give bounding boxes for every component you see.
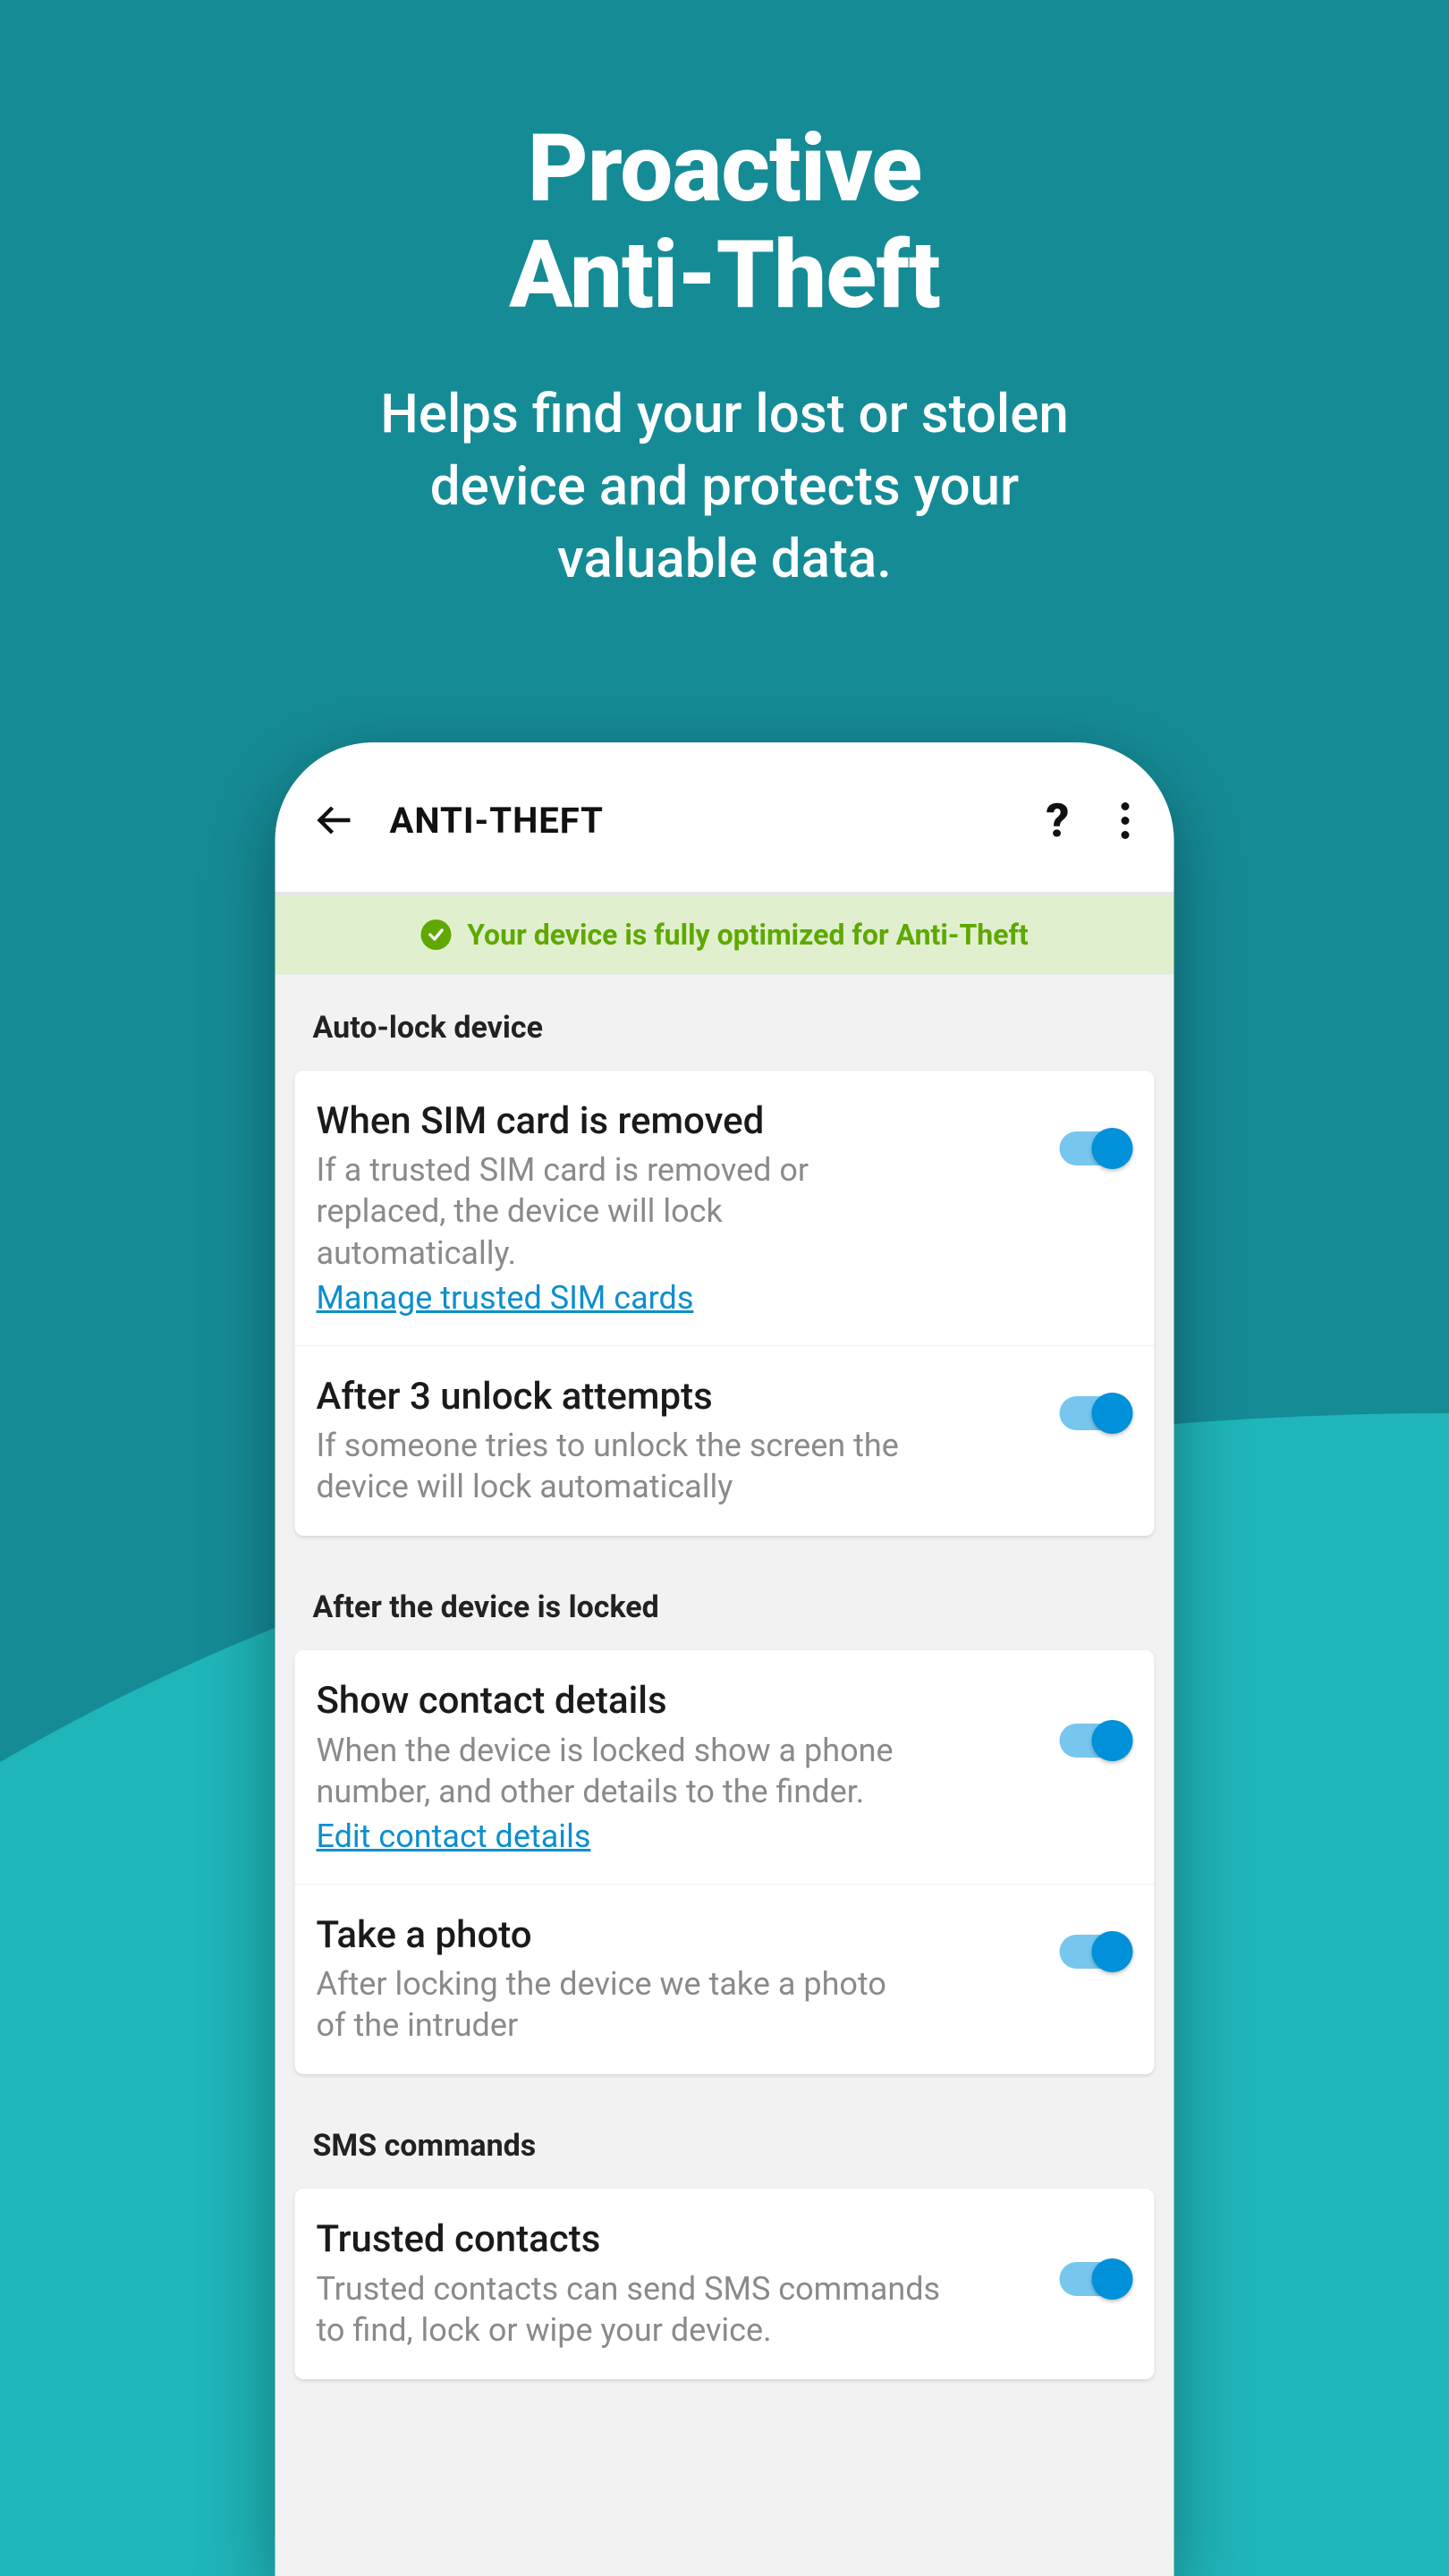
- toggle-sim-removed[interactable]: [1060, 1131, 1130, 1165]
- setting-take-photo[interactable]: Take a photo After locking the device we…: [295, 1884, 1155, 2075]
- check-icon: [420, 919, 451, 950]
- setting-desc: Trusted contacts can send SMS commands t…: [317, 2268, 943, 2351]
- toggle-trusted-contacts[interactable]: [1060, 2262, 1130, 2296]
- setting-title: Trusted contacts: [317, 2217, 1042, 2262]
- card-sms: Trusted contacts Trusted contacts can se…: [295, 2189, 1155, 2379]
- promo-subtitle: Helps find your lost or stolen device an…: [0, 377, 1449, 595]
- status-banner: Your device is fully optimized for Anti-…: [275, 895, 1174, 974]
- setting-sim-removed[interactable]: When SIM card is removed If a trusted SI…: [295, 1071, 1155, 1345]
- setting-title: Take a photo: [317, 1913, 1042, 1958]
- setting-title: Show contact details: [317, 1679, 1042, 1724]
- section-header-sms: SMS commands: [275, 2074, 1174, 2189]
- toggle-take-photo[interactable]: [1060, 1935, 1130, 1969]
- setting-desc: When the device is locked show a phone n…: [317, 1730, 925, 1812]
- setting-trusted-contacts[interactable]: Trusted contacts Trusted contacts can se…: [295, 2189, 1155, 2379]
- card-autolock: When SIM card is removed If a trusted SI…: [295, 1071, 1155, 1536]
- card-afterlock: Show contact details When the device is …: [295, 1650, 1155, 2074]
- help-icon[interactable]: ?: [1046, 793, 1069, 848]
- setting-title: After 3 unlock attempts: [317, 1375, 1042, 1419]
- promo-sub-line3: valuable data.: [557, 527, 892, 590]
- setting-desc: If someone tries to unlock the screen th…: [317, 1425, 961, 1507]
- section-header-afterlock: After the device is locked: [275, 1536, 1174, 1650]
- setting-desc: After locking the device we take a photo…: [317, 1963, 889, 2046]
- promo-sub-line2: device and protects your: [430, 454, 1019, 518]
- promo-title-line2: Anti-Theft: [509, 220, 940, 330]
- setting-show-contact[interactable]: Show contact details When the device is …: [295, 1650, 1155, 1884]
- promo-title: Proactive Anti-Theft: [0, 116, 1449, 328]
- more-icon[interactable]: [1114, 795, 1137, 846]
- back-icon[interactable]: [313, 799, 356, 842]
- content-area: Your device is fully optimized for Anti-…: [275, 895, 1174, 2576]
- promo-title-line1: Proactive: [528, 114, 921, 224]
- manage-sim-link[interactable]: Manage trusted SIM cards: [317, 1279, 694, 1317]
- device-frame: ANTI-THEFT ? Your device is fully optimi…: [275, 742, 1174, 2576]
- edit-contact-link[interactable]: Edit contact details: [317, 1818, 591, 1855]
- toggle-unlock-attempts[interactable]: [1060, 1396, 1130, 1430]
- section-header-autolock: Auto-lock device: [275, 974, 1174, 1071]
- setting-title: When SIM card is removed: [317, 1099, 1042, 1144]
- setting-unlock-attempts[interactable]: After 3 unlock attempts If someone tries…: [295, 1345, 1155, 1537]
- promo-header: Proactive Anti-Theft Helps find your los…: [0, 0, 1449, 595]
- app-bar: ANTI-THEFT ?: [275, 749, 1174, 892]
- setting-desc: If a trusted SIM card is removed or repl…: [317, 1149, 889, 1273]
- promo-sub-line1: Helps find your lost or stolen: [380, 382, 1069, 445]
- status-text: Your device is fully optimized for Anti-…: [467, 918, 1029, 952]
- toggle-show-contact[interactable]: [1060, 1724, 1130, 1758]
- app-bar-title: ANTI-THEFT: [390, 800, 604, 842]
